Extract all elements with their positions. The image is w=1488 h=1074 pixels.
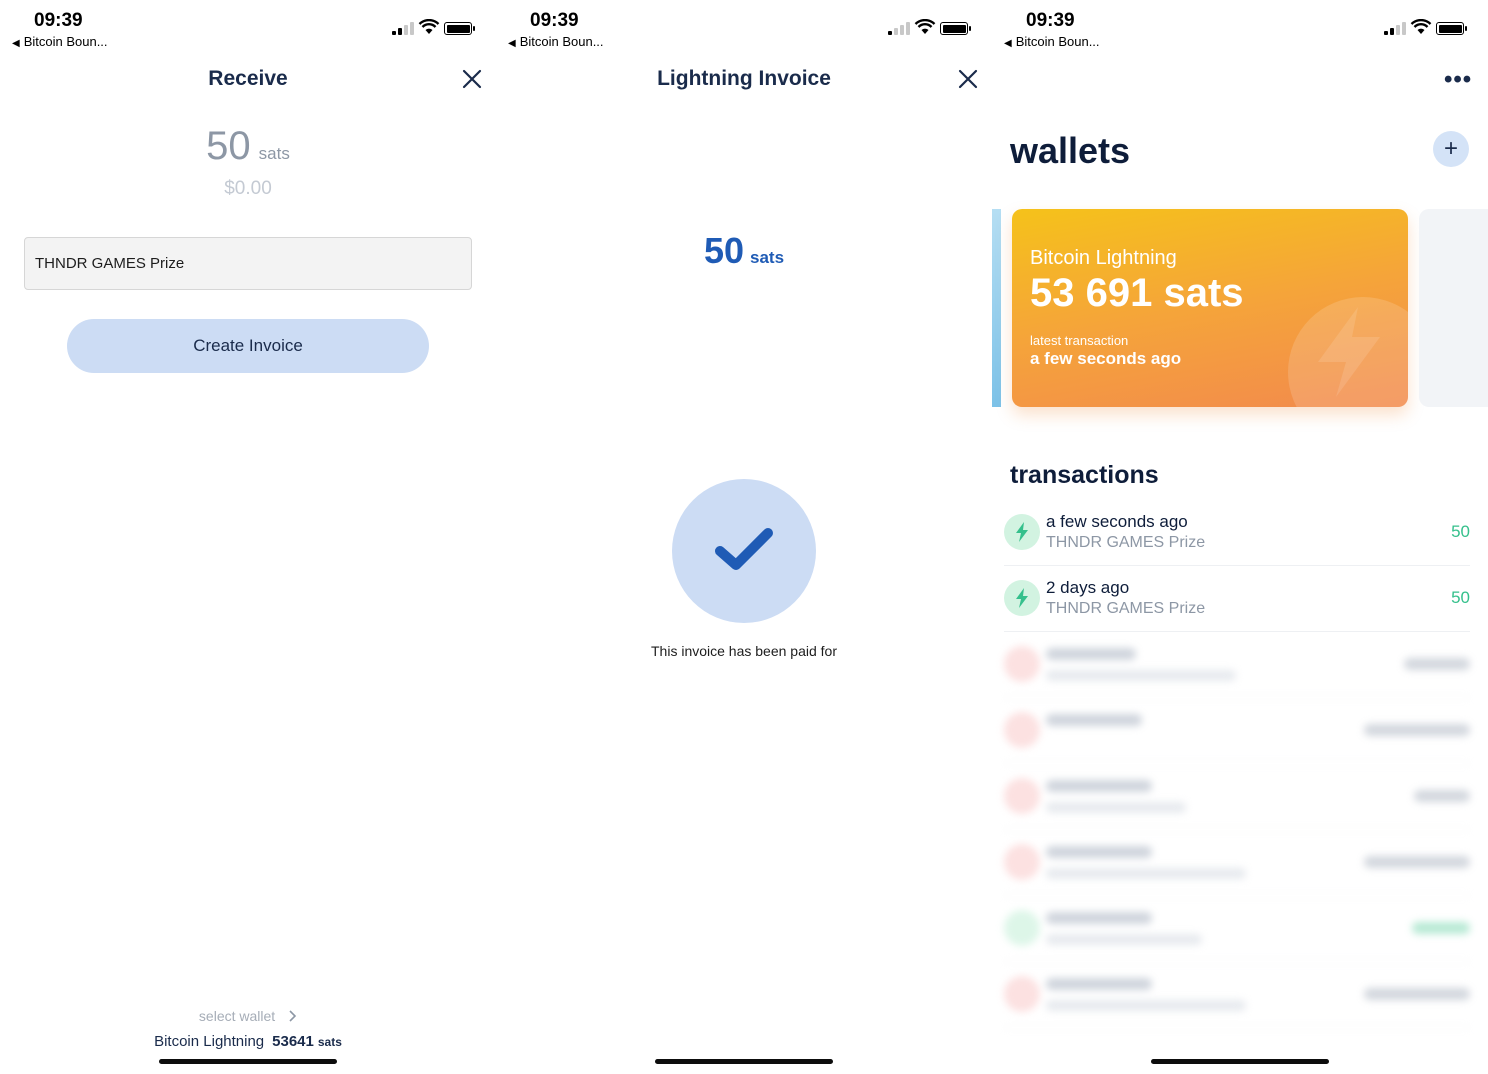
- transaction-icon: [1004, 778, 1040, 814]
- back-to-app-link[interactable]: ◀ Bitcoin Boun...: [508, 34, 604, 49]
- card-wallet-name: Bitcoin Lightning: [1030, 247, 1177, 269]
- wallet-card-next[interactable]: [1419, 209, 1488, 407]
- wallet-unit: sats: [317, 1035, 342, 1049]
- wallet-card-previous[interactable]: [992, 209, 1001, 407]
- transaction-row-blurred[interactable]: [1004, 764, 1470, 830]
- page-title: wallets: [1010, 130, 1131, 171]
- transaction-icon: [1004, 712, 1040, 748]
- card-balance: 53 691 sats: [1030, 271, 1244, 315]
- description-input[interactable]: [24, 237, 472, 290]
- wallets-screen: 09:39 ◀ Bitcoin Boun... ••• wallets + Bit…: [992, 0, 1488, 1074]
- add-wallet-button[interactable]: +: [1433, 131, 1469, 167]
- status-time: 09:39: [1026, 10, 1075, 31]
- transaction-value: 50: [1451, 588, 1470, 607]
- transaction-row-blurred[interactable]: [1004, 830, 1470, 896]
- wallet-name: Bitcoin Lightning: [154, 1033, 265, 1050]
- transaction-row-blurred[interactable]: [1004, 698, 1470, 764]
- transaction-memo: THNDR GAMES Prize: [1046, 600, 1206, 617]
- lightning-icon: [1318, 307, 1380, 397]
- back-to-app-link[interactable]: ◀ Bitcoin Boun...: [12, 34, 108, 49]
- back-app-label: Bitcoin Boun...: [519, 34, 604, 49]
- transaction-icon: [1004, 646, 1040, 682]
- invoice-screen: 09:39 ◀ Bitcoin Boun... Lightning Invoice…: [496, 0, 992, 1074]
- status-time: 09:39: [530, 10, 579, 31]
- invoice-amount-value: 50: [703, 230, 744, 271]
- home-indicator[interactable]: [1151, 1059, 1329, 1064]
- paid-status-circle: [672, 479, 816, 623]
- transaction-icon: [1004, 910, 1040, 946]
- card-latest-time: a few seconds ago: [1030, 349, 1182, 368]
- transaction-memo: THNDR GAMES Prize: [1046, 534, 1206, 551]
- lightning-tx-icon: [1004, 514, 1040, 550]
- wallet-card[interactable]: Bitcoin Lightning 53 691 sats latest tra…: [1012, 209, 1408, 407]
- transaction-row-blurred[interactable]: [1004, 632, 1470, 698]
- fiat-amount: $0.00: [224, 178, 272, 199]
- create-invoice-button[interactable]: Create Invoice: [67, 319, 429, 373]
- transaction-row-blurred[interactable]: [1004, 896, 1470, 962]
- amount-display[interactable]: 50 sats: [0, 124, 496, 169]
- receive-screen: 09:39 ◀ Bitcoin Boun... Receive 50 sats $0…: [0, 0, 496, 1074]
- signal-icon: [1384, 22, 1406, 35]
- page-title: Lightning Invoice: [657, 67, 831, 90]
- transactions-heading: transactions: [1010, 461, 1159, 489]
- home-indicator[interactable]: [655, 1059, 833, 1064]
- battery-icon: [444, 22, 475, 35]
- paid-message: This invoice has been paid for: [651, 643, 837, 659]
- card-latest-label: latest transaction: [1030, 333, 1129, 348]
- invoice-amount-unit: sats: [750, 248, 785, 267]
- battery-icon: [940, 22, 971, 35]
- home-indicator[interactable]: [159, 1059, 337, 1064]
- chevron-right-icon: [289, 1010, 297, 1022]
- transaction-row[interactable]: a few seconds ago THNDR GAMES Prize 50: [1004, 500, 1470, 566]
- signal-icon: [888, 22, 910, 35]
- signal-icon: [392, 22, 414, 35]
- wallet-balance: 53641: [272, 1033, 314, 1050]
- battery-icon: [1436, 22, 1467, 35]
- transaction-row-blurred[interactable]: [1004, 962, 1470, 1028]
- page-title: Receive: [208, 67, 288, 90]
- wifi-icon: [914, 19, 936, 34]
- lightning-tx-icon: [1004, 580, 1040, 616]
- transaction-row[interactable]: 2 days ago THNDR GAMES Prize 50: [1004, 566, 1470, 632]
- transaction-value: 50: [1451, 522, 1470, 541]
- transaction-time: 2 days ago: [1046, 578, 1130, 597]
- back-app-label: Bitcoin Boun...: [23, 34, 108, 49]
- close-icon[interactable]: [957, 68, 979, 90]
- transaction-time: a few seconds ago: [1046, 512, 1188, 531]
- close-icon[interactable]: [461, 68, 483, 90]
- more-options-icon[interactable]: •••: [1444, 66, 1472, 94]
- transaction-icon: [1004, 976, 1040, 1012]
- back-app-label: Bitcoin Boun...: [1015, 34, 1100, 49]
- invoice-amount: 50 sats: [496, 230, 992, 272]
- wifi-icon: [1410, 19, 1432, 34]
- back-to-app-link[interactable]: ◀ Bitcoin Boun...: [1004, 34, 1100, 49]
- amount-value: 50: [206, 124, 251, 168]
- select-wallet-link[interactable]: select wallet: [0, 1008, 496, 1024]
- select-wallet-label: select wallet: [198, 1008, 276, 1024]
- status-time: 09:39: [34, 10, 83, 31]
- checkmark-icon: [715, 528, 773, 570]
- amount-unit: sats: [258, 144, 290, 163]
- transaction-icon: [1004, 844, 1040, 880]
- wifi-icon: [418, 19, 440, 34]
- selected-wallet[interactable]: Bitcoin Lightning 53641 sats: [0, 1033, 496, 1050]
